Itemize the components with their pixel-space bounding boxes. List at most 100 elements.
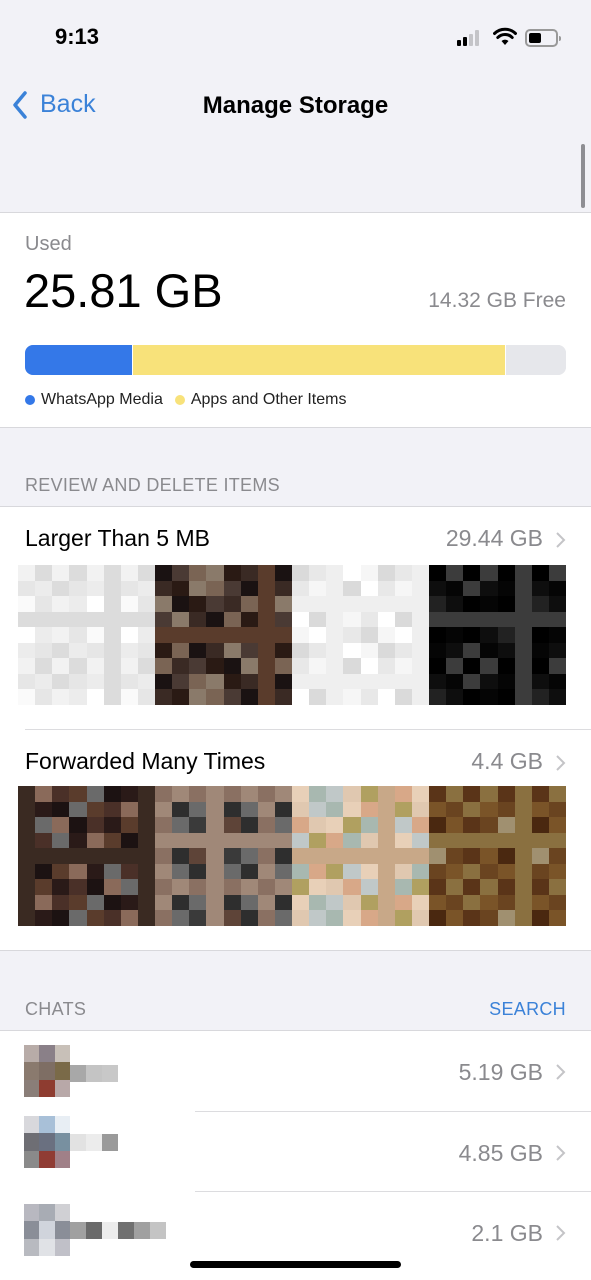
chats-list: 5.19 GB 4.85 GB 2.1 GB [0, 1030, 591, 1280]
chat-row[interactable]: 2.1 GB [0, 1192, 591, 1272]
thumbnail-pixel [360, 832, 378, 849]
thumbnail-pixel [120, 848, 138, 864]
thumbnail-pixel [86, 642, 104, 659]
thumbnail-pixel [292, 894, 310, 911]
thumbnail-pixel [274, 580, 292, 597]
scrollbar[interactable] [581, 144, 585, 208]
thumbnail-pixel [411, 689, 429, 705]
thumbnail-pixel [411, 786, 429, 802]
thumbnail-pixel [274, 627, 292, 643]
thumbnail-pixel [52, 673, 70, 690]
thumbnail-pixel [206, 689, 224, 705]
thumbnail-pixel [514, 596, 532, 612]
thumbnail-pixel [206, 863, 224, 880]
thumbnail-pixel [172, 642, 190, 659]
thumbnail-pixel [429, 565, 447, 581]
thumbnail-pixel [35, 786, 53, 802]
thumbnail-pixel [120, 801, 138, 818]
thumbnail-pixel [223, 580, 241, 597]
thumbnail-pixel [189, 658, 207, 674]
thumbnail-pixel [377, 627, 395, 643]
thumbnail-pixel [377, 673, 395, 690]
thumbnail-pixel [86, 817, 104, 833]
storage-summary: Used 25.81 GB 14.32 GB Free WhatsApp Med… [0, 212, 591, 428]
thumbnail-pixel [480, 673, 498, 690]
name-pixel [150, 1222, 166, 1239]
chat-row[interactable]: 5.19 GB [0, 1031, 591, 1111]
storage-legend: WhatsApp Media Apps and Other Items [25, 391, 346, 409]
status-time: 9:13 [55, 24, 100, 49]
thumbnail-pixel [343, 910, 361, 926]
thumbnail-pixel [120, 658, 138, 674]
thumbnail-pixel [223, 689, 241, 705]
thumbnail-pixel [446, 894, 464, 911]
thumbnail-pixel [411, 863, 429, 880]
thumbnail-pixel [172, 879, 190, 895]
thumbnail-pixel [411, 580, 429, 597]
status-bar: 9:13 [0, 0, 591, 70]
thumbnail-pixel [86, 863, 104, 880]
thumbnail-pixel [531, 689, 549, 705]
thumbnail-pixel [189, 565, 207, 581]
thumbnail-pixel [463, 642, 481, 659]
avatar-pixel [54, 1150, 70, 1168]
thumbnail-pixel [377, 611, 395, 628]
thumbnail-pixel [446, 642, 464, 659]
review-item-size: 4.4 GB [471, 748, 543, 774]
thumbnail-pixel [446, 910, 464, 926]
thumbnail-pixel [155, 611, 173, 628]
thumbnail-pixel [309, 673, 327, 690]
thumbnail-pixel [86, 580, 104, 597]
thumbnail-pixel [394, 863, 412, 880]
thumbnail-pixel [446, 627, 464, 643]
thumbnail-pixel [480, 611, 498, 628]
thumbnail-pixel [343, 786, 361, 802]
thumbnail-pixel [257, 786, 275, 802]
thumbnail-pixel [360, 627, 378, 643]
thumbnail-pixel [35, 596, 53, 612]
thumbnail-pixel [69, 848, 87, 864]
thumbnail-pixel [52, 863, 70, 880]
thumbnail-pixel [343, 848, 361, 864]
thumbnail-pixel [240, 894, 258, 911]
thumbnail-pixel [480, 879, 498, 895]
thumbnail-pixel [35, 580, 53, 597]
chat-name [70, 1134, 118, 1151]
thumbnail-pixel [514, 786, 532, 802]
thumbnail-pixel [429, 689, 447, 705]
thumbnail-pixel [206, 801, 224, 818]
chat-row[interactable]: 4.85 GB [0, 1112, 591, 1192]
thumbnail-pixel [531, 894, 549, 911]
thumbnail-pixel [35, 673, 53, 690]
thumbnail-pixel [103, 786, 121, 802]
thumbnail-pixel [480, 832, 498, 849]
thumbnail-pixel [69, 910, 87, 926]
review-item-larger[interactable]: Larger Than 5 MB 29.44 GB [0, 507, 591, 729]
thumbnail-pixel [309, 863, 327, 880]
thumbnail-pixel [497, 642, 515, 659]
thumbnail-pixel [69, 565, 87, 581]
thumbnail-pixel [155, 786, 173, 802]
thumbnail-pixel [103, 627, 121, 643]
thumbnail-pixel [309, 596, 327, 612]
name-pixel [102, 1134, 118, 1151]
avatar-pixel [54, 1133, 70, 1151]
thumbnail-pixel [514, 863, 532, 880]
thumbnail-pixel [394, 689, 412, 705]
thumbnail-pixel [411, 565, 429, 581]
thumbnail-pixel [548, 580, 566, 597]
thumbnail-pixel [240, 611, 258, 628]
thumbnail-pixel [35, 642, 53, 659]
thumbnail-pixel [326, 786, 344, 802]
thumbnail-pixel [446, 863, 464, 880]
thumbnail-pixel [531, 879, 549, 895]
thumbnail-pixel [446, 832, 464, 849]
thumbnail-pixel [223, 658, 241, 674]
review-item-forwarded[interactable]: Forwarded Many Times 4.4 GB [0, 730, 591, 952]
search-chats-button[interactable]: SEARCH [489, 999, 566, 1020]
thumbnail-pixel [514, 879, 532, 895]
thumbnail-pixel [172, 786, 190, 802]
thumbnail-pixel [18, 580, 36, 597]
thumbnail-pixel [223, 817, 241, 833]
thumbnail-pixel [377, 689, 395, 705]
